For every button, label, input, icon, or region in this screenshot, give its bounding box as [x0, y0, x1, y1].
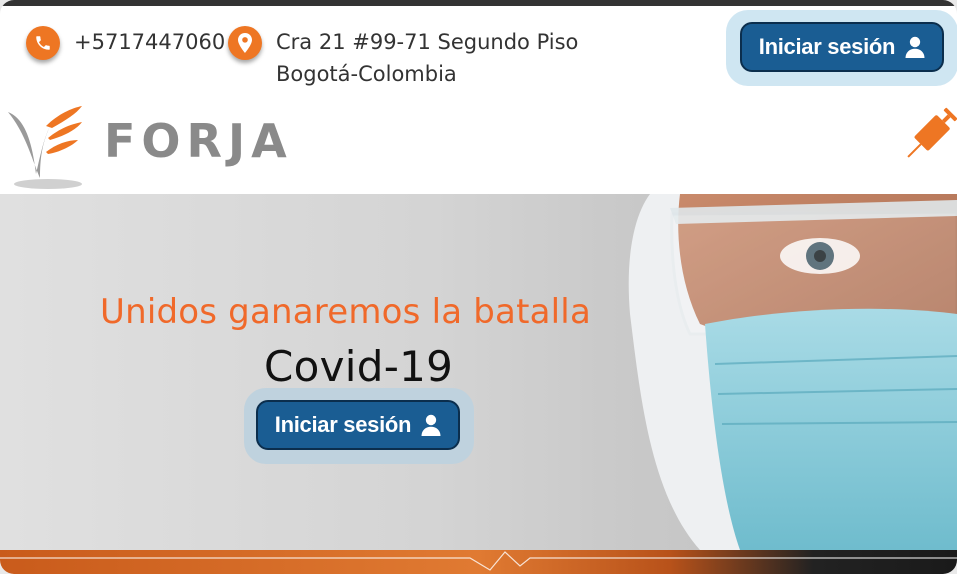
- hero-login-button-label: Iniciar sesión: [274, 412, 412, 437]
- hero-banner: Unidos ganaremos la batalla Covid-19 Ini…: [0, 194, 957, 550]
- user-icon: [905, 36, 925, 58]
- top-bar: [0, 0, 957, 6]
- logo-mark-icon: [8, 106, 82, 189]
- page: +5717447060 Cra 21 #99-71 Segundo Piso B…: [0, 0, 957, 574]
- forja-logo[interactable]: FORJA: [6, 104, 336, 192]
- address-line-2: Bogotá-Colombia: [276, 62, 457, 86]
- login-button[interactable]: Iniciar sesión: [740, 22, 944, 72]
- hero-login-button[interactable]: Iniciar sesión: [256, 400, 460, 450]
- user-icon: [421, 414, 441, 436]
- contact-phone[interactable]: +5717447060: [26, 26, 225, 60]
- hero-headline: Unidos ganaremos la batalla: [100, 292, 591, 332]
- phone-number[interactable]: +5717447060: [74, 26, 225, 58]
- phone-icon: [26, 26, 60, 60]
- hero-subheadline: Covid-19: [264, 342, 454, 391]
- contact-address: Cra 21 #99-71 Segundo Piso Bogotá-Colomb…: [228, 26, 578, 90]
- address-line-1: Cra 21 #99-71 Segundo Piso: [276, 30, 579, 54]
- syringe-icon[interactable]: [900, 100, 957, 170]
- address-text: Cra 21 #99-71 Segundo Piso Bogotá-Colomb…: [276, 26, 578, 90]
- footer-band: [0, 550, 957, 574]
- heartbeat-line-icon: [0, 551, 957, 571]
- hero-photo: [628, 194, 957, 550]
- location-pin-icon: [228, 26, 262, 60]
- login-button-label: Iniciar sesión: [758, 34, 896, 59]
- logo-text: FORJA: [104, 114, 293, 168]
